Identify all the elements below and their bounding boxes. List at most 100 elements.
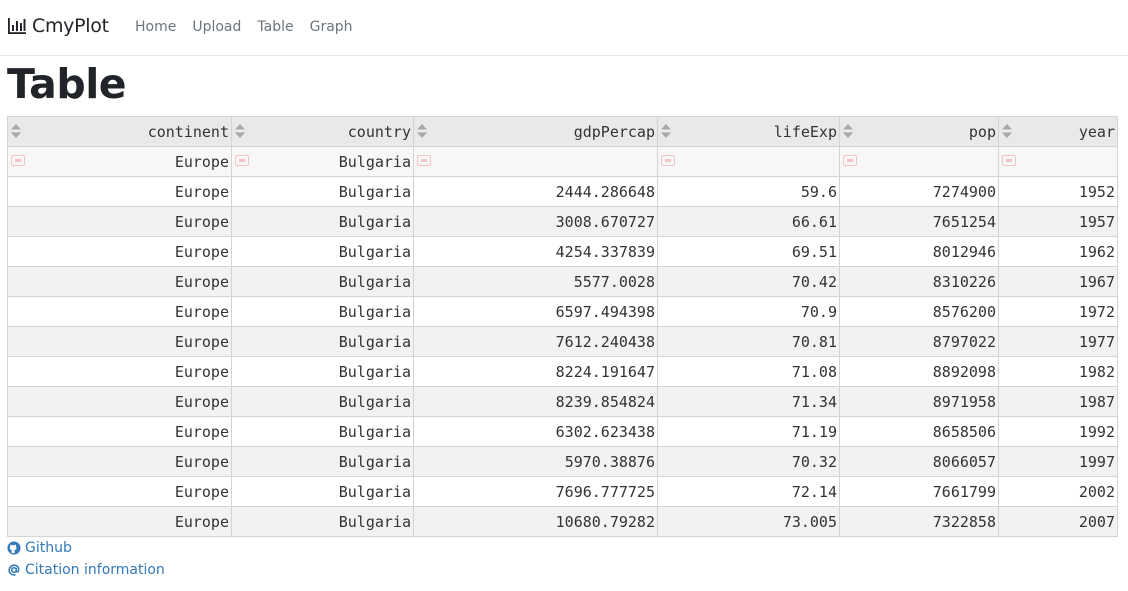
filter-input[interactable]: Bulgaria [236, 153, 411, 171]
table-cell-country[interactable]: Bulgaria [231, 386, 414, 417]
table-cell-continent[interactable]: Europe [7, 476, 232, 507]
table-cell-continent[interactable]: Europe [7, 416, 232, 447]
filter-cell-country[interactable]: Bulgaria [231, 146, 414, 177]
filter-case-icon[interactable] [661, 155, 675, 166]
column-header-lifeExp[interactable]: lifeExp [657, 116, 840, 147]
column-header-pop[interactable]: pop [839, 116, 999, 147]
table-cell-lifeExp[interactable]: 70.9 [657, 296, 840, 327]
table-cell-continent[interactable]: Europe [7, 176, 232, 207]
table-cell-continent[interactable]: Europe [7, 446, 232, 477]
filter-cell-gdpPercap[interactable] [413, 146, 658, 177]
filter-cell-lifeExp[interactable] [657, 146, 840, 177]
filter-cell-pop[interactable] [839, 146, 999, 177]
table-cell-continent[interactable]: Europe [7, 236, 232, 267]
filter-case-icon[interactable] [11, 155, 25, 166]
table-cell-pop[interactable]: 8797022 [839, 326, 999, 357]
table-cell-gdpPercap[interactable]: 7696.777725 [413, 476, 658, 507]
table-cell-country[interactable]: Bulgaria [231, 356, 414, 387]
table-cell-gdpPercap[interactable]: 6597.494398 [413, 296, 658, 327]
table-cell-continent[interactable]: Europe [7, 266, 232, 297]
table-cell-pop[interactable]: 7274900 [839, 176, 999, 207]
table-cell-lifeExp[interactable]: 73.005 [657, 506, 840, 537]
table-cell-year[interactable]: 1967 [998, 266, 1118, 297]
table-cell-gdpPercap[interactable]: 7612.240438 [413, 326, 658, 357]
citation-link[interactable]: Citation information [7, 562, 165, 578]
table-cell-gdpPercap[interactable]: 10680.79282 [413, 506, 658, 537]
table-cell-year[interactable]: 1982 [998, 356, 1118, 387]
nav-home[interactable]: Home [135, 19, 176, 35]
table-cell-year[interactable]: 2002 [998, 476, 1118, 507]
table-cell-continent[interactable]: Europe [7, 386, 232, 417]
table-cell-lifeExp[interactable]: 71.34 [657, 386, 840, 417]
sort-icon[interactable] [11, 124, 21, 138]
table-cell-country[interactable]: Bulgaria [231, 176, 414, 207]
table-cell-continent[interactable]: Europe [7, 506, 232, 537]
filter-case-icon[interactable] [235, 155, 249, 166]
github-link[interactable]: Github [7, 540, 72, 556]
table-cell-country[interactable]: Bulgaria [231, 236, 414, 267]
table-cell-year[interactable]: 1992 [998, 416, 1118, 447]
filter-case-icon[interactable] [1002, 155, 1016, 166]
table-cell-lifeExp[interactable]: 70.32 [657, 446, 840, 477]
filter-case-icon[interactable] [843, 155, 857, 166]
sort-icon[interactable] [661, 124, 671, 138]
sort-icon[interactable] [235, 124, 245, 138]
table-cell-year[interactable]: 1952 [998, 176, 1118, 207]
table-cell-pop[interactable]: 8310226 [839, 266, 999, 297]
table-cell-pop[interactable]: 8892098 [839, 356, 999, 387]
column-header-year[interactable]: year [998, 116, 1118, 147]
nav-upload[interactable]: Upload [192, 19, 241, 35]
column-header-gdpPercap[interactable]: gdpPercap [413, 116, 658, 147]
table-cell-continent[interactable]: Europe [7, 296, 232, 327]
filter-cell-continent[interactable]: Europe [7, 146, 232, 177]
table-cell-pop[interactable]: 8576200 [839, 296, 999, 327]
column-header-continent[interactable]: continent [7, 116, 232, 147]
sort-icon[interactable] [1002, 124, 1012, 138]
table-cell-country[interactable]: Bulgaria [231, 476, 414, 507]
table-cell-year[interactable]: 1962 [998, 236, 1118, 267]
table-cell-country[interactable]: Bulgaria [231, 506, 414, 537]
table-cell-pop[interactable]: 8012946 [839, 236, 999, 267]
column-header-country[interactable]: country [231, 116, 414, 147]
brand-link[interactable]: CmyPlot [7, 15, 109, 37]
table-cell-pop[interactable]: 8066057 [839, 446, 999, 477]
nav-table[interactable]: Table [257, 19, 293, 35]
table-cell-gdpPercap[interactable]: 2444.286648 [413, 176, 658, 207]
table-cell-lifeExp[interactable]: 70.42 [657, 266, 840, 297]
table-cell-gdpPercap[interactable]: 6302.623438 [413, 416, 658, 447]
filter-input[interactable]: Europe [12, 153, 229, 171]
table-cell-continent[interactable]: Europe [7, 356, 232, 387]
table-cell-gdpPercap[interactable]: 3008.670727 [413, 206, 658, 237]
table-cell-lifeExp[interactable]: 71.19 [657, 416, 840, 447]
table-cell-year[interactable]: 2007 [998, 506, 1118, 537]
table-cell-country[interactable]: Bulgaria [231, 206, 414, 237]
table-cell-country[interactable]: Bulgaria [231, 326, 414, 357]
sort-icon[interactable] [843, 124, 853, 138]
table-cell-gdpPercap[interactable]: 5577.0028 [413, 266, 658, 297]
table-cell-gdpPercap[interactable]: 8239.854824 [413, 386, 658, 417]
filter-cell-year[interactable] [998, 146, 1118, 177]
table-cell-pop[interactable]: 7651254 [839, 206, 999, 237]
table-cell-lifeExp[interactable]: 72.14 [657, 476, 840, 507]
table-cell-year[interactable]: 1957 [998, 206, 1118, 237]
table-cell-year[interactable]: 1977 [998, 326, 1118, 357]
table-cell-lifeExp[interactable]: 59.6 [657, 176, 840, 207]
table-cell-country[interactable]: Bulgaria [231, 296, 414, 327]
table-cell-pop[interactable]: 7661799 [839, 476, 999, 507]
table-cell-year[interactable]: 1987 [998, 386, 1118, 417]
table-cell-gdpPercap[interactable]: 5970.38876 [413, 446, 658, 477]
table-cell-country[interactable]: Bulgaria [231, 446, 414, 477]
table-cell-lifeExp[interactable]: 71.08 [657, 356, 840, 387]
table-cell-pop[interactable]: 8658506 [839, 416, 999, 447]
table-cell-year[interactable]: 1997 [998, 446, 1118, 477]
table-cell-lifeExp[interactable]: 69.51 [657, 236, 840, 267]
table-cell-country[interactable]: Bulgaria [231, 416, 414, 447]
table-cell-pop[interactable]: 8971958 [839, 386, 999, 417]
table-cell-country[interactable]: Bulgaria [231, 266, 414, 297]
table-cell-continent[interactable]: Europe [7, 206, 232, 237]
table-cell-year[interactable]: 1972 [998, 296, 1118, 327]
filter-case-icon[interactable] [417, 155, 431, 166]
table-cell-pop[interactable]: 7322858 [839, 506, 999, 537]
sort-icon[interactable] [417, 124, 427, 138]
table-cell-continent[interactable]: Europe [7, 326, 232, 357]
